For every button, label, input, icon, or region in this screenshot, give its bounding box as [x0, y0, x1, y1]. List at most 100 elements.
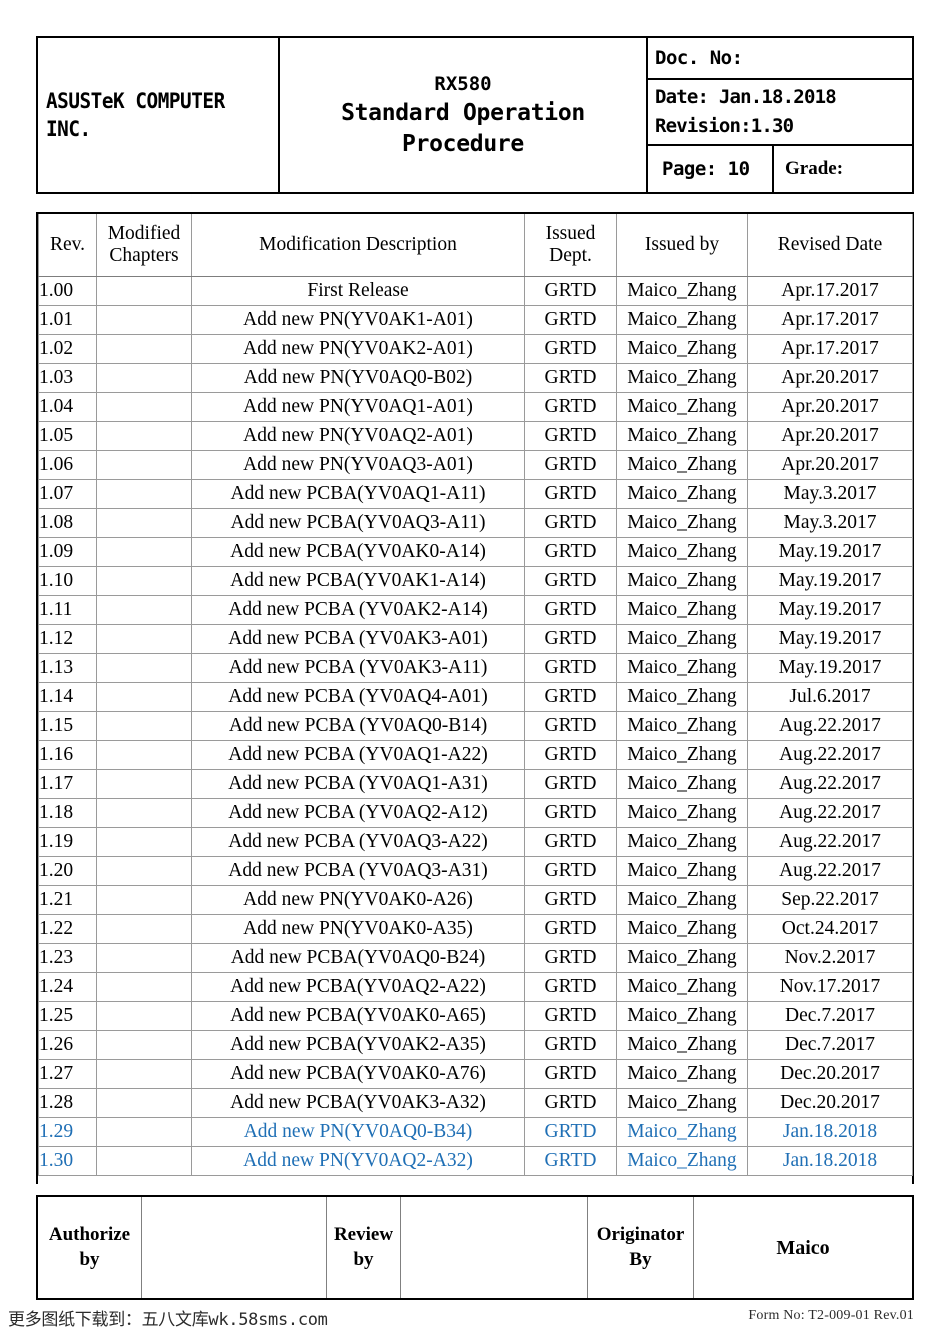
revised-date: Aug.22.2017 [747, 740, 913, 770]
modified-chapters [96, 334, 192, 364]
revision-number: 1.29 [38, 1117, 97, 1147]
modification-description: Add new PN(YV0AQ1-A01) [191, 392, 525, 422]
revision-number: 1.25 [38, 1001, 97, 1031]
table-row: 1.12 Add new PCBA (YV0AK3-A01) GRTD Maico_Z… [38, 624, 913, 654]
revised-date: Dec.20.2017 [747, 1088, 913, 1118]
modification-description: Add new PN(YV0AQ0-B34) [191, 1117, 525, 1147]
issued-dept: GRTD [524, 363, 617, 393]
table-row: 1.19 Add new PCBA (YV0AQ3-A22) GRTD Maico_Z… [38, 827, 913, 857]
revision-number: 1.30 [38, 1146, 97, 1176]
modified-chapters [96, 363, 192, 393]
revised-date: Nov.2.2017 [747, 943, 913, 973]
modified-chapters [96, 769, 192, 799]
table-row: 1.25 Add new PCBA(YV0AK0-A65) GRTD Maico_Zh… [38, 1001, 913, 1031]
revision-number: 1.18 [38, 798, 97, 828]
page-number: Page: 10 [648, 146, 774, 192]
authorize-by-value[interactable] [142, 1197, 327, 1298]
issued-by: Maico_Zhang [616, 595, 748, 625]
revised-date: Dec.20.2017 [747, 1059, 913, 1089]
modification-description: Add new PCBA (YV0AQ1-A22) [191, 740, 525, 770]
issued-dept: GRTD [524, 450, 617, 480]
table-row: 1.21 Add new PN(YV0AK0-A26) GRTD Maico_Zhan… [38, 885, 913, 915]
issued-dept: GRTD [524, 740, 617, 770]
revision-number: 1.01 [38, 305, 97, 335]
table-row: 1.07 Add new PCBA(YV0AQ1-A11) GRTD Maico_Zh… [38, 479, 913, 509]
issued-by: Maico_Zhang [616, 885, 748, 915]
issued-dept: GRTD [524, 769, 617, 799]
page-grade-block: Page: 10 Grade: [648, 146, 912, 192]
revision-number: 1.03 [38, 363, 97, 393]
modification-description: Add new PN(YV0AK0-A35) [191, 914, 525, 944]
issued-dept: GRTD [524, 305, 617, 335]
issued-dept: GRTD [524, 682, 617, 712]
page-footer: 更多图纸下载到：五八文库wk.58sms.com Form No: T2-009… [0, 1305, 950, 1335]
document-page: ASUSTeK COMPUTER INC. RX580 Standard Ope… [0, 0, 950, 1344]
modification-description: Add new PCBA(YV0AK3-A32) [191, 1088, 525, 1118]
column-header-issued-dept: Issued Dept. [524, 212, 617, 277]
revision-number: 1.06 [38, 450, 97, 480]
grade-field: Grade: [785, 158, 844, 179]
revised-date: May.3.2017 [747, 479, 913, 509]
issued-by: Maico_Zhang [616, 305, 748, 335]
modification-description: Add new PN(YV0AQ0-B02) [191, 363, 525, 393]
table-row: 1.27 Add new PCBA(YV0AK0-A76) GRTD Maico_Zh… [38, 1059, 913, 1089]
revised-date: Apr.20.2017 [747, 450, 913, 480]
modified-chapters [96, 1088, 192, 1118]
modification-description: Add new PCBA(YV0AQ3-A11) [191, 508, 525, 538]
issued-by: Maico_Zhang [616, 450, 748, 480]
table-row: 1.11 Add new PCBA (YV0AK2-A14) GRTD Maico_Z… [38, 595, 913, 625]
issued-by: Maico_Zhang [616, 537, 748, 567]
modification-description: Add new PCBA(YV0AK2-A35) [191, 1030, 525, 1060]
modification-description: Add new PCBA(YV0AK0-A76) [191, 1059, 525, 1089]
modified-chapters [96, 508, 192, 538]
revision-number: 1.09 [38, 537, 97, 567]
issued-by: Maico_Zhang [616, 972, 748, 1002]
table-header: Rev. Modified Chapters Modification Desc… [38, 212, 913, 277]
revision-number: 1.12 [38, 624, 97, 654]
modification-description: Add new PCBA (YV0AQ0-B14) [191, 711, 525, 741]
revised-date: Apr.17.2017 [747, 305, 913, 335]
modified-chapters [96, 943, 192, 973]
issued-by: Maico_Zhang [616, 653, 748, 683]
revised-date: Apr.20.2017 [747, 421, 913, 451]
revision-number: 1.17 [38, 769, 97, 799]
modified-chapters [96, 972, 192, 1002]
review-by-value[interactable] [401, 1197, 588, 1298]
modification-description: Add new PCBA(YV0AK1-A14) [191, 566, 525, 596]
modification-description: Add new PCBA (YV0AQ1-A31) [191, 769, 525, 799]
issued-dept: GRTD [524, 537, 617, 567]
revision-number: 1.07 [38, 479, 97, 509]
modified-chapters [96, 392, 192, 422]
signature-bar: Authorize by Review by Originator By Mai… [36, 1195, 914, 1300]
revision-number: 1.10 [38, 566, 97, 596]
issued-dept: GRTD [524, 1117, 617, 1147]
issued-dept: GRTD [524, 624, 617, 654]
revision-number: 1.28 [38, 1088, 97, 1118]
table-row: 1.29 Add new PN(YV0AQ0-B34) GRTD Maico_Zhan… [38, 1117, 913, 1147]
modified-chapters [96, 827, 192, 857]
modification-description: Add new PN(YV0AK0-A26) [191, 885, 525, 915]
column-header-rev: Rev. [38, 212, 97, 277]
issued-dept: GRTD [524, 1030, 617, 1060]
table-row: 1.09 Add new PCBA(YV0AK0-A14) GRTD Maico_Zh… [38, 537, 913, 567]
issued-dept: GRTD [524, 566, 617, 596]
modification-description: Add new PCBA (YV0AQ3-A31) [191, 856, 525, 886]
issued-by: Maico_Zhang [616, 740, 748, 770]
revision-number: 1.21 [38, 885, 97, 915]
modified-chapters [96, 798, 192, 828]
issued-dept: GRTD [524, 334, 617, 364]
revised-date: Aug.22.2017 [747, 827, 913, 857]
table-row: 1.04 Add new PN(YV0AQ1-A01) GRTD Maico_Zhan… [38, 392, 913, 422]
issued-by: Maico_Zhang [616, 276, 748, 306]
modification-description: Add new PN(YV0AQ2-A01) [191, 421, 525, 451]
revised-date: Apr.20.2017 [747, 363, 913, 393]
modification-description: Add new PCBA(YV0AK0-A65) [191, 1001, 525, 1031]
originator-by-value: Maico [776, 1236, 830, 1259]
modification-description: Add new PCBA (YV0AK2-A14) [191, 595, 525, 625]
issued-by: Maico_Zhang [616, 914, 748, 944]
modification-description: Add new PCBA (YV0AQ3-A22) [191, 827, 525, 857]
date-revision-block: Date: Jan.18.2018 Revision:1.30 [648, 80, 912, 146]
issued-dept: GRTD [524, 914, 617, 944]
table-row: 1.22 Add new PN(YV0AK0-A35) GRTD Maico_Zhan… [38, 914, 913, 944]
modified-chapters [96, 595, 192, 625]
